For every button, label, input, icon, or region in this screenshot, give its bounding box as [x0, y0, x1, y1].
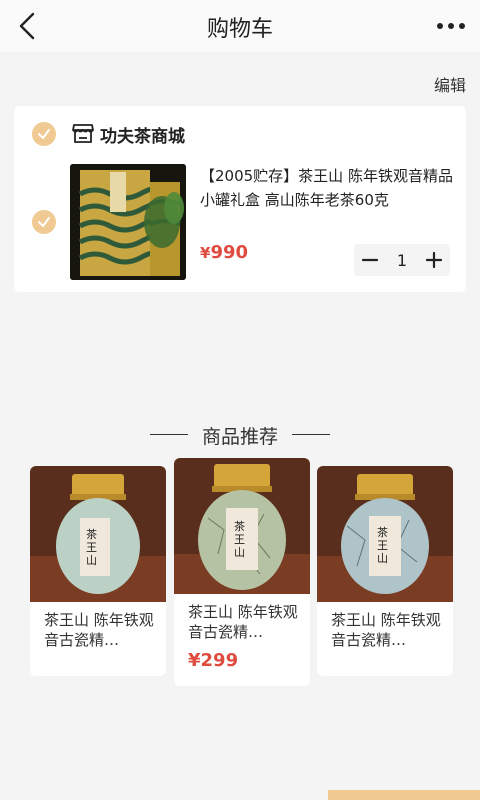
jar-label: 茶王山 — [234, 520, 245, 559]
item-select-checkbox[interactable] — [32, 210, 56, 234]
product-price: ¥990 — [200, 242, 248, 263]
divider-line — [292, 434, 330, 435]
page-title: 购物车 — [206, 17, 273, 42]
edit-button[interactable]: 编辑 — [434, 72, 466, 96]
recommend-title[interactable]: 茶王山 陈年铁观音古瓷精… — [317, 602, 453, 650]
cart-card: 功夫茶商城 【2005贮存】茶王山 陈年铁观音精品小罐礼盒 高山陈年老茶60克 … — [14, 106, 466, 292]
quantity-stepper: 1 — [354, 244, 450, 276]
shop-select-checkbox[interactable] — [32, 122, 56, 146]
price-symbol: ¥ — [188, 650, 201, 671]
check-icon — [38, 129, 50, 139]
recommend-image[interactable]: 茶王山 — [174, 458, 310, 594]
price-value: 990 — [210, 242, 249, 263]
navbar: 购物车 — [0, 0, 480, 52]
more-icon[interactable] — [434, 10, 468, 42]
recommend-card[interactable]: 茶王山 茶王山 陈年铁观音古瓷精… ¥299 — [174, 458, 310, 686]
recommend-card[interactable]: 茶王山 茶王山 陈年铁观音古瓷精… — [30, 466, 166, 676]
check-icon — [38, 217, 50, 227]
recommend-price: ¥299 — [174, 642, 310, 671]
recommend-card[interactable]: 茶王山 茶王山 陈年铁观音古瓷精… — [317, 466, 453, 676]
jar-label: 茶王山 — [377, 526, 388, 565]
shop-name[interactable]: 功夫茶商城 — [100, 122, 185, 147]
recommend-header: 商品推荐 — [201, 426, 278, 448]
product-image[interactable] — [70, 164, 186, 280]
product-title[interactable]: 【2005贮存】茶王山 陈年铁观音精品小罐礼盒 高山陈年老茶60克 — [200, 164, 458, 212]
quantity-value[interactable]: 1 — [386, 251, 418, 270]
price-value: 299 — [200, 650, 239, 671]
decrease-button[interactable] — [354, 244, 386, 276]
price-symbol: ¥ — [200, 244, 211, 262]
increase-button[interactable] — [418, 244, 450, 276]
bottom-bar-accent — [328, 790, 480, 800]
recommend-title[interactable]: 茶王山 陈年铁观音古瓷精… — [30, 602, 166, 650]
minus-icon — [361, 258, 379, 262]
recommend-image[interactable]: 茶王山 — [317, 466, 453, 602]
jar-label: 茶王山 — [86, 528, 97, 567]
plus-icon — [425, 251, 443, 269]
shop-icon — [72, 122, 94, 144]
recommend-image[interactable]: 茶王山 — [30, 466, 166, 602]
recommend-title[interactable]: 茶王山 陈年铁观音古瓷精… — [174, 594, 310, 642]
